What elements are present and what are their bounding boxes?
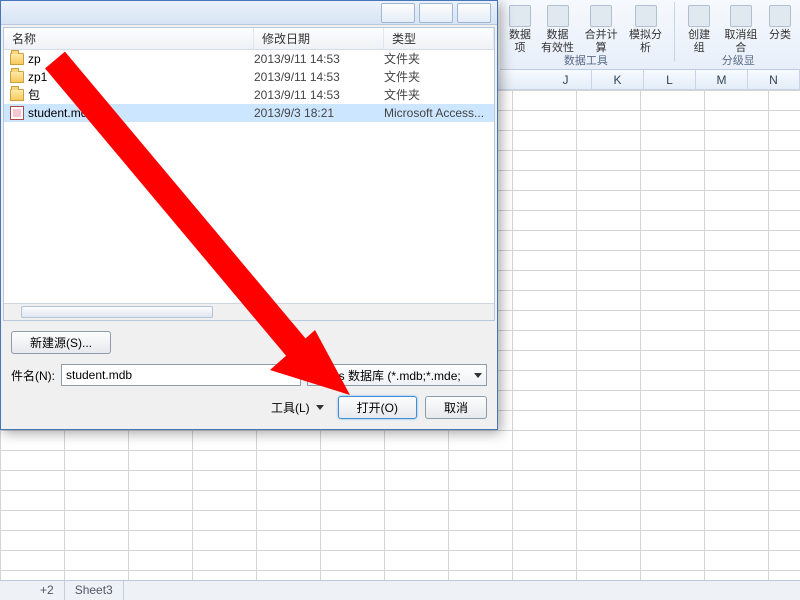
help-button[interactable] <box>457 3 491 23</box>
file-name: 包 <box>28 86 40 104</box>
ribbon-subtotal-label: 分类 <box>769 29 791 42</box>
filename-input[interactable] <box>61 364 301 386</box>
ribbon-whatif-button[interactable]: 模拟分析 <box>623 2 667 58</box>
ribbon-whatif-label: 模拟分析 <box>628 29 662 55</box>
file-date: 2013/9/11 14:53 <box>254 68 384 86</box>
file-row[interactable]: 包 2013/9/11 14:53文件夹 <box>4 86 494 104</box>
tools-dropdown[interactable]: 工具(L) <box>265 397 330 419</box>
file-type: 文件夹 <box>384 50 494 68</box>
ribbon-data-label: 数据 <box>509 29 531 42</box>
mdb-file-icon <box>10 106 24 120</box>
file-type: Microsoft Access... <box>384 104 494 122</box>
ribbon-ungroup-button[interactable]: 取消组合 <box>718 2 764 58</box>
file-list-header: 名称 修改日期 类型 <box>4 28 494 50</box>
file-name: student.mdb <box>28 104 94 122</box>
ribbon-group-datatools: 数据 项 数据 有效性 合并计算 模拟分析 数据工具 <box>500 2 672 69</box>
data-icon <box>509 5 531 27</box>
col-name-header[interactable]: 名称 <box>4 28 254 49</box>
validation-icon <box>547 5 569 27</box>
folder-icon <box>10 89 24 101</box>
consolidate-icon <box>590 5 612 27</box>
tools-label: 工具(L) <box>271 399 310 416</box>
ribbon-group-outline-label: 分级显 <box>677 53 800 69</box>
chevron-down-icon <box>316 405 324 410</box>
file-row[interactable]: student.mdb 2013/9/3 18:21Microsoft Acces… <box>4 104 494 122</box>
chevron-down-icon <box>474 373 482 378</box>
file-row[interactable]: zp1 2013/9/11 14:53文件夹 <box>4 68 494 86</box>
file-list-panel: 名称 修改日期 类型 zp 2013/9/11 14:53文件夹 zp1 2013/9… <box>3 27 495 321</box>
filename-row: 件名(N): ccess 数据库 (*.mdb;*.mde; <box>11 364 487 386</box>
folder-icon <box>10 53 24 65</box>
file-open-dialog: 名称 修改日期 类型 zp 2013/9/11 14:53文件夹 zp1 2013/9… <box>0 0 498 430</box>
file-name: zp <box>28 50 41 68</box>
filename-label: 件名(N): <box>11 367 55 384</box>
col-header[interactable]: J <box>540 70 592 89</box>
col-header[interactable]: N <box>748 70 800 89</box>
col-header[interactable]: L <box>644 70 696 89</box>
horizontal-scrollbar[interactable] <box>4 303 494 320</box>
col-header[interactable]: M <box>696 70 748 89</box>
new-source-button[interactable]: 新建源(S)... <box>11 331 111 354</box>
folder-icon <box>10 71 24 83</box>
file-row[interactable]: zp 2013/9/11 14:53文件夹 <box>4 50 494 68</box>
dialog-actions: 工具(L) 打开(O) 取消 <box>11 396 487 419</box>
ribbon-validation-button[interactable]: 数据 有效性 <box>536 2 579 58</box>
file-type: 文件夹 <box>384 86 494 104</box>
file-type-filter[interactable]: ccess 数据库 (*.mdb;*.mde; <box>307 364 487 386</box>
file-date: 2013/9/11 14:53 <box>254 50 384 68</box>
file-date: 2013/9/3 18:21 <box>254 104 384 122</box>
ribbon-ungroup-label: 取消组合 <box>723 29 759 55</box>
subtotal-icon <box>769 5 791 27</box>
ribbon-separator <box>674 2 675 62</box>
ribbon-group-outline: 创建组 取消组合 分类 分级显 <box>677 2 800 69</box>
file-name: zp1 <box>28 68 47 86</box>
col-date-header[interactable]: 修改日期 <box>254 28 384 49</box>
file-type: 文件夹 <box>384 68 494 86</box>
file-date: 2013/9/11 14:53 <box>254 86 384 104</box>
sheet-tab[interactable]: +2 <box>30 581 65 600</box>
view-list-button[interactable] <box>381 3 415 23</box>
ribbon-group-tools-label: 数据工具 <box>500 53 672 69</box>
cancel-button[interactable]: 取消 <box>425 396 487 419</box>
excel-ribbon: 数据 项 数据 有效性 合并计算 模拟分析 数据工具 创建组 <box>500 0 800 70</box>
ribbon-consolidate-button[interactable]: 合并计算 <box>579 2 623 58</box>
file-list[interactable]: zp 2013/9/11 14:53文件夹 zp1 2013/9/11 14:53文件… <box>4 50 494 303</box>
group-icon <box>688 5 710 27</box>
file-type-filter-label: ccess 数据库 (*.mdb;*.mde; <box>314 367 461 384</box>
ribbon-group-button[interactable]: 创建组 <box>681 2 718 58</box>
ribbon-validation-label: 数据 有效性 <box>541 29 574 55</box>
sheet-tab[interactable]: Sheet3 <box>65 581 124 600</box>
ribbon-data-button[interactable]: 数据 项 <box>504 2 536 58</box>
col-type-header[interactable]: 类型 <box>384 28 494 49</box>
view-details-button[interactable] <box>419 3 453 23</box>
col-header[interactable]: K <box>592 70 644 89</box>
ungroup-icon <box>730 5 752 27</box>
whatif-icon <box>635 5 657 27</box>
open-button[interactable]: 打开(O) <box>338 396 417 419</box>
dialog-toolbar <box>1 1 497 25</box>
sheet-tabs: +2 Sheet3 <box>0 580 800 600</box>
ribbon-group-label: 创建组 <box>686 29 713 55</box>
ribbon-subtotal-button[interactable]: 分类 <box>764 2 796 58</box>
ribbon-consolidate-label: 合并计算 <box>584 29 618 55</box>
dialog-bottom: 新建源(S)... 件名(N): ccess 数据库 (*.mdb;*.mde;… <box>1 323 497 429</box>
